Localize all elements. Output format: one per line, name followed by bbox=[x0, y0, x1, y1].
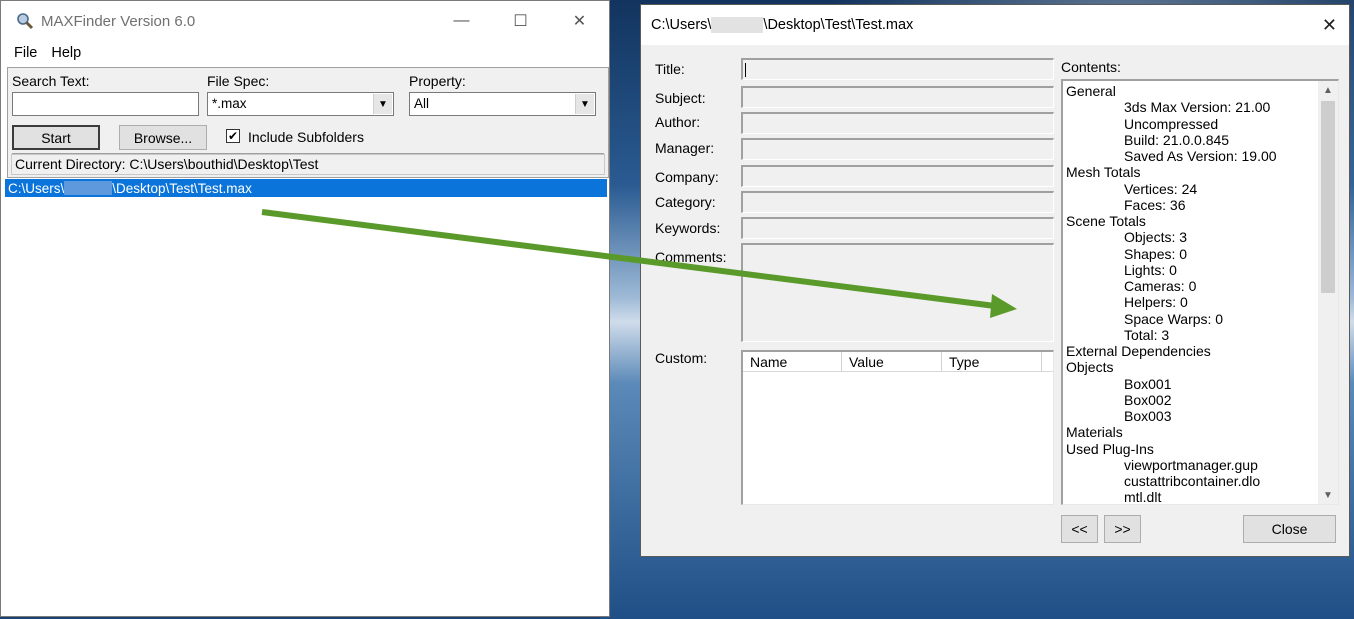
file-spec-value: *.max bbox=[212, 96, 247, 111]
include-subfolders-label: Include Subfolders bbox=[248, 129, 364, 145]
title-bar: MAXFinder Version 6.0 — ☐ ✕ bbox=[1, 1, 609, 41]
tree-item[interactable]: Box003 bbox=[1066, 408, 1316, 424]
tree-group[interactable]: External Dependencies bbox=[1066, 343, 1316, 359]
redaction-block bbox=[64, 181, 113, 195]
maximize-button[interactable]: ☐ bbox=[491, 1, 550, 41]
browse-button[interactable]: Browse... bbox=[119, 125, 207, 150]
previous-button[interactable]: << bbox=[1061, 515, 1098, 543]
title-field[interactable] bbox=[741, 58, 1054, 80]
title-bar: C:\Users\ \Desktop\Test\Test.max ✕ bbox=[641, 5, 1349, 45]
text-caret bbox=[745, 63, 746, 77]
file-path-suffix: \Desktop\Test\Test.max bbox=[112, 180, 252, 196]
tree-item[interactable]: Box002 bbox=[1066, 392, 1316, 408]
search-text-label: Search Text: bbox=[12, 73, 90, 89]
search-panel: Search Text: File Spec: *.max ▼ Property… bbox=[7, 67, 609, 178]
contents-tree-items: General 3ds Max Version: 21.00 Uncompresse… bbox=[1066, 83, 1316, 504]
tree-item[interactable]: viewportmanager.gup bbox=[1066, 457, 1316, 473]
title-path-prefix: C:\Users\ bbox=[651, 17, 712, 33]
tree-item[interactable]: Shapes: 0 bbox=[1066, 246, 1316, 262]
manager-label: Manager: bbox=[655, 140, 715, 156]
column-header-type[interactable]: Type bbox=[942, 352, 1042, 371]
tree-group[interactable]: Mesh Totals bbox=[1066, 164, 1316, 180]
tree-item[interactable]: Total: 3 bbox=[1066, 327, 1316, 343]
tree-item[interactable]: Box001 bbox=[1066, 376, 1316, 392]
maxfinder-window: MAXFinder Version 6.0 — ☐ ✕ File Help Se… bbox=[0, 0, 610, 617]
scroll-down-icon[interactable]: ▼ bbox=[1318, 486, 1338, 504]
file-spec-combo[interactable]: *.max ▼ bbox=[207, 92, 394, 116]
menu-file[interactable]: File bbox=[14, 45, 37, 61]
tree-group[interactable]: Objects bbox=[1066, 359, 1316, 375]
property-combo[interactable]: All ▼ bbox=[409, 92, 596, 116]
tree-group[interactable]: Scene Totals bbox=[1066, 213, 1316, 229]
comments-label: Comments: bbox=[655, 249, 727, 265]
company-label: Company: bbox=[655, 169, 719, 185]
column-header-value[interactable]: Value bbox=[842, 352, 942, 371]
file-properties-window: C:\Users\ \Desktop\Test\Test.max ✕ Title… bbox=[640, 4, 1350, 557]
magnifier-app-icon bbox=[17, 13, 34, 30]
results-list: C:\Users\ \Desktop\Test\Test.max bbox=[5, 179, 607, 614]
custom-label: Custom: bbox=[655, 350, 708, 366]
tree-group[interactable]: General bbox=[1066, 83, 1316, 99]
menu-help[interactable]: Help bbox=[51, 45, 81, 61]
tree-item[interactable]: Lights: 0 bbox=[1066, 262, 1316, 278]
scroll-thumb[interactable] bbox=[1321, 101, 1335, 293]
manager-field[interactable] bbox=[741, 138, 1054, 160]
contents-tree[interactable]: General 3ds Max Version: 21.00 Uncompresse… bbox=[1061, 79, 1339, 505]
tree-item[interactable]: Saved As Version: 19.00 bbox=[1066, 148, 1316, 164]
file-path-prefix: C:\Users\ bbox=[8, 180, 65, 196]
window-title: MAXFinder Version 6.0 bbox=[41, 12, 196, 30]
tree-item[interactable]: Vertices: 24 bbox=[1066, 181, 1316, 197]
tree-item[interactable]: Uncompressed bbox=[1066, 116, 1316, 132]
contents-label: Contents: bbox=[1061, 59, 1121, 75]
start-button[interactable]: Start bbox=[12, 125, 100, 150]
custom-properties-grid[interactable]: Name Value Type bbox=[741, 350, 1054, 505]
chevron-down-icon[interactable]: ▼ bbox=[373, 94, 392, 114]
category-label: Category: bbox=[655, 194, 716, 210]
title-label: Title: bbox=[655, 61, 685, 77]
comments-field[interactable] bbox=[741, 243, 1054, 342]
close-icon[interactable]: ✕ bbox=[1322, 15, 1337, 36]
subject-field[interactable] bbox=[741, 86, 1054, 108]
property-label: Property: bbox=[409, 73, 466, 89]
tree-item[interactable]: custattribcontainer.dlo bbox=[1066, 473, 1316, 489]
company-field[interactable] bbox=[741, 165, 1054, 187]
close-button[interactable]: ✕ bbox=[550, 1, 609, 41]
subject-label: Subject: bbox=[655, 90, 706, 106]
title-path-suffix: \Desktop\Test\Test.max bbox=[763, 17, 914, 33]
menu-bar: File Help bbox=[1, 41, 609, 65]
tree-item[interactable]: Faces: 36 bbox=[1066, 197, 1316, 213]
tree-group[interactable]: Materials bbox=[1066, 424, 1316, 440]
author-field[interactable] bbox=[741, 112, 1054, 134]
tree-group[interactable]: Used Plug-Ins bbox=[1066, 441, 1316, 457]
redaction-block bbox=[711, 17, 764, 33]
file-spec-label: File Spec: bbox=[207, 73, 270, 89]
tree-item[interactable]: Objects: 3 bbox=[1066, 229, 1316, 245]
tree-item[interactable]: Space Warps: 0 bbox=[1066, 311, 1316, 327]
scroll-up-icon[interactable]: ▲ bbox=[1318, 81, 1338, 99]
tree-item[interactable]: Cameras: 0 bbox=[1066, 278, 1316, 294]
tree-item[interactable]: Helpers: 0 bbox=[1066, 294, 1316, 310]
tree-item[interactable]: Build: 21.0.0.845 bbox=[1066, 132, 1316, 148]
vertical-scrollbar[interactable]: ▲ ▼ bbox=[1318, 81, 1338, 504]
next-button[interactable]: >> bbox=[1104, 515, 1141, 543]
search-text-input[interactable] bbox=[12, 92, 199, 116]
list-item[interactable]: C:\Users\ \Desktop\Test\Test.max bbox=[5, 179, 607, 197]
category-field[interactable] bbox=[741, 191, 1054, 213]
tree-item[interactable]: 3ds Max Version: 21.00 bbox=[1066, 99, 1316, 115]
tree-item[interactable]: mtl.dlt bbox=[1066, 489, 1316, 504]
chevron-down-icon[interactable]: ▼ bbox=[575, 94, 594, 114]
close-dialog-button[interactable]: Close bbox=[1243, 515, 1336, 543]
grid-header: Name Value Type bbox=[743, 352, 1053, 372]
current-directory: Current Directory: C:\Users\bouthid\Desk… bbox=[11, 154, 605, 175]
keywords-field[interactable] bbox=[741, 217, 1054, 239]
minimize-button[interactable]: — bbox=[432, 1, 491, 41]
property-value: All bbox=[414, 96, 430, 111]
include-subfolders-checkbox[interactable]: ✔ bbox=[226, 129, 240, 143]
column-header-name[interactable]: Name bbox=[743, 352, 842, 371]
keywords-label: Keywords: bbox=[655, 220, 721, 236]
author-label: Author: bbox=[655, 114, 701, 130]
